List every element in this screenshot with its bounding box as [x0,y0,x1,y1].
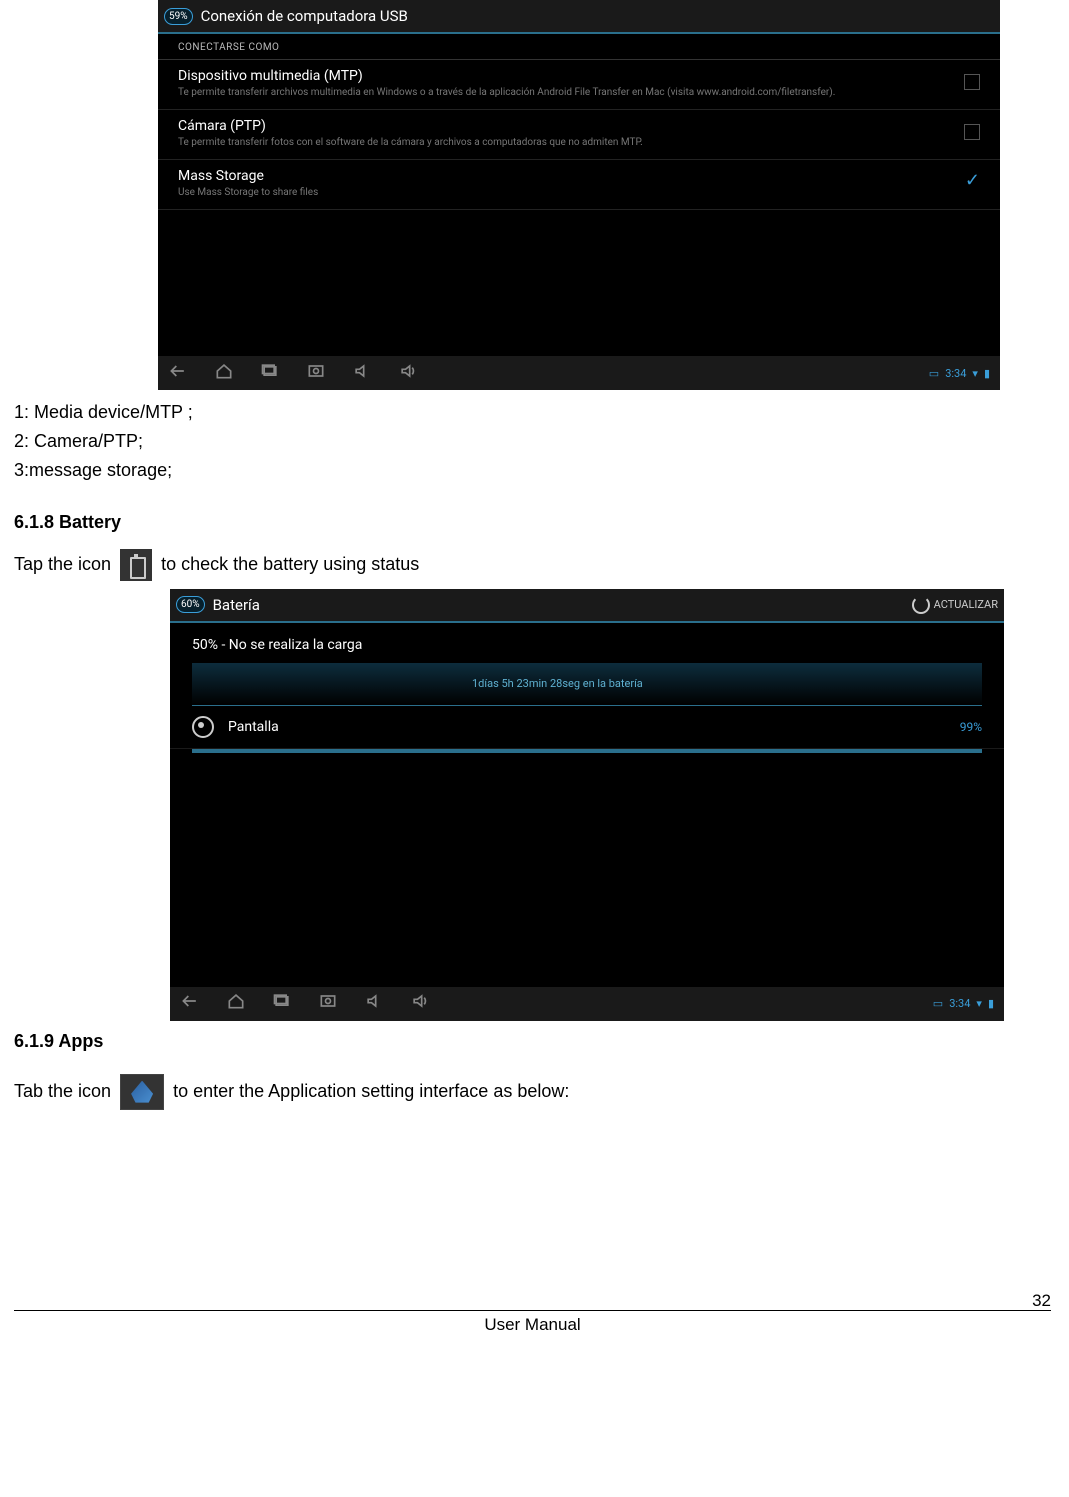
checkbox-icon[interactable] [964,74,980,90]
refresh-icon [912,596,930,614]
heading-apps: 6.1.9 Apps [14,1031,1051,1052]
battery-usage-row[interactable]: Pantalla 99% [170,706,1004,749]
battery-pct-badge: 59% [164,8,193,25]
battery-row-title: Pantalla [228,719,960,735]
back-icon[interactable] [180,991,200,1016]
usb-topbar: 59% Conexión de computadora USB [158,0,1000,34]
heading-battery: 6.1.8 Battery [14,512,1051,533]
body-line-2: 2: Camera/PTP; [14,429,1051,454]
refresh-button[interactable]: ACTUALIZAR [912,596,998,614]
volume-down-icon[interactable] [364,991,384,1016]
clock-text: 3:34 [945,367,966,380]
usb-title: Conexión de computadora USB [201,7,408,25]
home-icon[interactable] [214,361,234,386]
tap-post: to check the battery using status [161,553,419,573]
checkbox-icon[interactable] [964,124,980,140]
option-subtitle: Use Mass Storage to share files [178,186,858,199]
recent-icon[interactable] [272,991,292,1016]
page-number: 32 [1001,1291,1051,1311]
volume-down-icon[interactable] [352,361,372,386]
recent-icon[interactable] [260,361,280,386]
clock-text: 3:34 [949,997,970,1010]
status-right: ▭ 3:34 ▾ ▮ [933,997,994,1010]
option-title: Mass Storage [178,168,945,184]
usb-section-label: CONECTARSE COMO [158,34,1000,60]
screenshot-icon[interactable] [306,361,326,386]
battery-row-bar [192,749,982,753]
battery-instruction: Tap the icon to check the battery using … [14,549,1051,581]
battery-chart-label: 1días 5h 23min 28seg en la batería [472,677,643,690]
checkmark-icon: ✓ [965,170,980,191]
display-icon [192,716,214,738]
body-line-3: 3:message storage; [14,458,1051,483]
body-line-1: 1: Media device/MTP ; [14,400,1051,425]
apps-inline-icon [120,1074,164,1110]
option-subtitle: Te permite transferir archivos multimedi… [178,86,858,99]
volume-up-icon[interactable] [410,991,430,1016]
battery-pct-badge: 60% [176,596,205,613]
usb-connection-screenshot: 59% Conexión de computadora USB CONECTAR… [158,0,1000,390]
tap-pre: Tap the icon [14,553,111,573]
tab-pre: Tab the icon [14,1080,111,1100]
wifi-icon: ▾ [972,367,978,380]
back-icon[interactable] [168,361,188,386]
battery-status-text: 50% - No se realiza la carga [170,623,1004,663]
battery-title: Batería [213,596,260,614]
option-subtitle: Te permite transferir fotos con el softw… [178,136,858,149]
wifi-icon: ▾ [976,997,982,1010]
usb-option-ptp[interactable]: Cámara (PTP) Te permite transferir fotos… [158,110,1000,160]
battery-topbar: 60% Batería ACTUALIZAR [170,589,1004,623]
footer-title: User Manual [64,1315,1001,1335]
battery-screenshot: 60% Batería ACTUALIZAR 50% - No se reali… [170,589,1004,1021]
home-icon[interactable] [226,991,246,1016]
page-footer: User Manual 32 [14,1310,1051,1335]
apps-instruction: Tab the icon to enter the Application se… [14,1074,1051,1110]
option-title: Cámara (PTP) [178,118,944,134]
option-title: Dispositivo multimedia (MTP) [178,68,944,84]
battery-row-pct: 99% [960,720,982,734]
battery-inline-icon [120,549,152,581]
refresh-label: ACTUALIZAR [934,598,998,611]
android-navbar: ▭ 3:34 ▾ ▮ [158,356,1000,390]
status-right: ▭ 3:34 ▾ ▮ [929,367,990,380]
usb-option-mtp[interactable]: Dispositivo multimedia (MTP) Te permite … [158,60,1000,110]
battery-icon: ▮ [988,997,994,1010]
android-navbar: ▭ 3:34 ▾ ▮ [170,987,1004,1021]
volume-up-icon[interactable] [398,361,418,386]
sd-icon: ▭ [933,997,943,1010]
usb-option-mass-storage[interactable]: Mass Storage Use Mass Storage to share f… [158,160,1000,210]
battery-chart: 1días 5h 23min 28seg en la batería [192,663,982,706]
tab-post: to enter the Application setting interfa… [173,1080,569,1100]
battery-icon: ▮ [984,367,990,380]
screenshot-icon[interactable] [318,991,338,1016]
sd-icon: ▭ [929,367,939,380]
